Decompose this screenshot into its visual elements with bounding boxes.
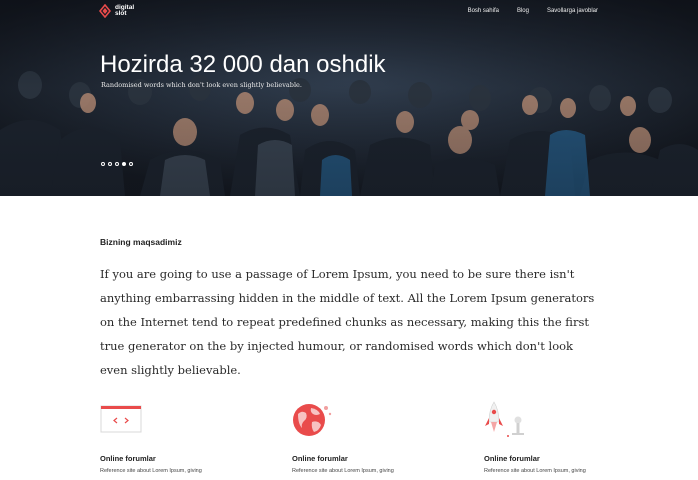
slide-dot-active[interactable] — [122, 162, 126, 166]
nav-menu: Bosh sahifa Blog Savollarga javoblar — [468, 8, 598, 14]
brand-logo[interactable]: digital slot — [99, 4, 137, 18]
nav-item-blog[interactable]: Blog — [517, 8, 529, 14]
slide-dot[interactable] — [115, 162, 119, 166]
feature-card: Online forumlar Reference site about Lor… — [100, 400, 240, 474]
hero-banner: digital slot Bosh sahifa Blog Savollarga… — [0, 0, 698, 196]
nav-item-home[interactable]: Bosh sahifa — [468, 8, 499, 14]
rocket-icon — [485, 401, 524, 437]
hero-title: Hozirda 32 000 dan oshdik — [100, 51, 386, 78]
slide-dot[interactable] — [129, 162, 133, 166]
nav-item-faq[interactable]: Savollarga javoblar — [547, 8, 598, 14]
feature-card: Online forumlar Reference site about Lor… — [292, 400, 432, 474]
slide-dot[interactable] — [101, 162, 105, 166]
brand-name: digital slot — [115, 3, 135, 17]
feature-description: Reference site about Lorem Ipsum, giving — [292, 468, 394, 474]
feature-description: Reference site about Lorem Ipsum, giving — [484, 468, 586, 474]
feature-title: Online forumlar — [484, 454, 540, 463]
globe-icon — [293, 404, 332, 436]
top-navigation: digital slot Bosh sahifa Blog Savollarga… — [0, 0, 698, 24]
code-window-icon — [100, 405, 142, 433]
slider-pagination — [101, 162, 133, 166]
hero-overlay — [0, 0, 698, 196]
section-body-text: If you are going to use a passage of Lor… — [100, 267, 595, 377]
logo-icon — [99, 4, 111, 18]
feature-card: Online forumlar Reference site about Lor… — [484, 400, 624, 474]
feature-title: Online forumlar — [100, 454, 156, 463]
feature-title: Online forumlar — [292, 454, 348, 463]
feature-description: Reference site about Lorem Ipsum, giving — [100, 468, 202, 474]
section-heading: Bizning maqsadimiz — [100, 237, 182, 247]
slide-dot[interactable] — [108, 162, 112, 166]
hero-subtitle: Randomised words which don't look even s… — [101, 81, 302, 89]
